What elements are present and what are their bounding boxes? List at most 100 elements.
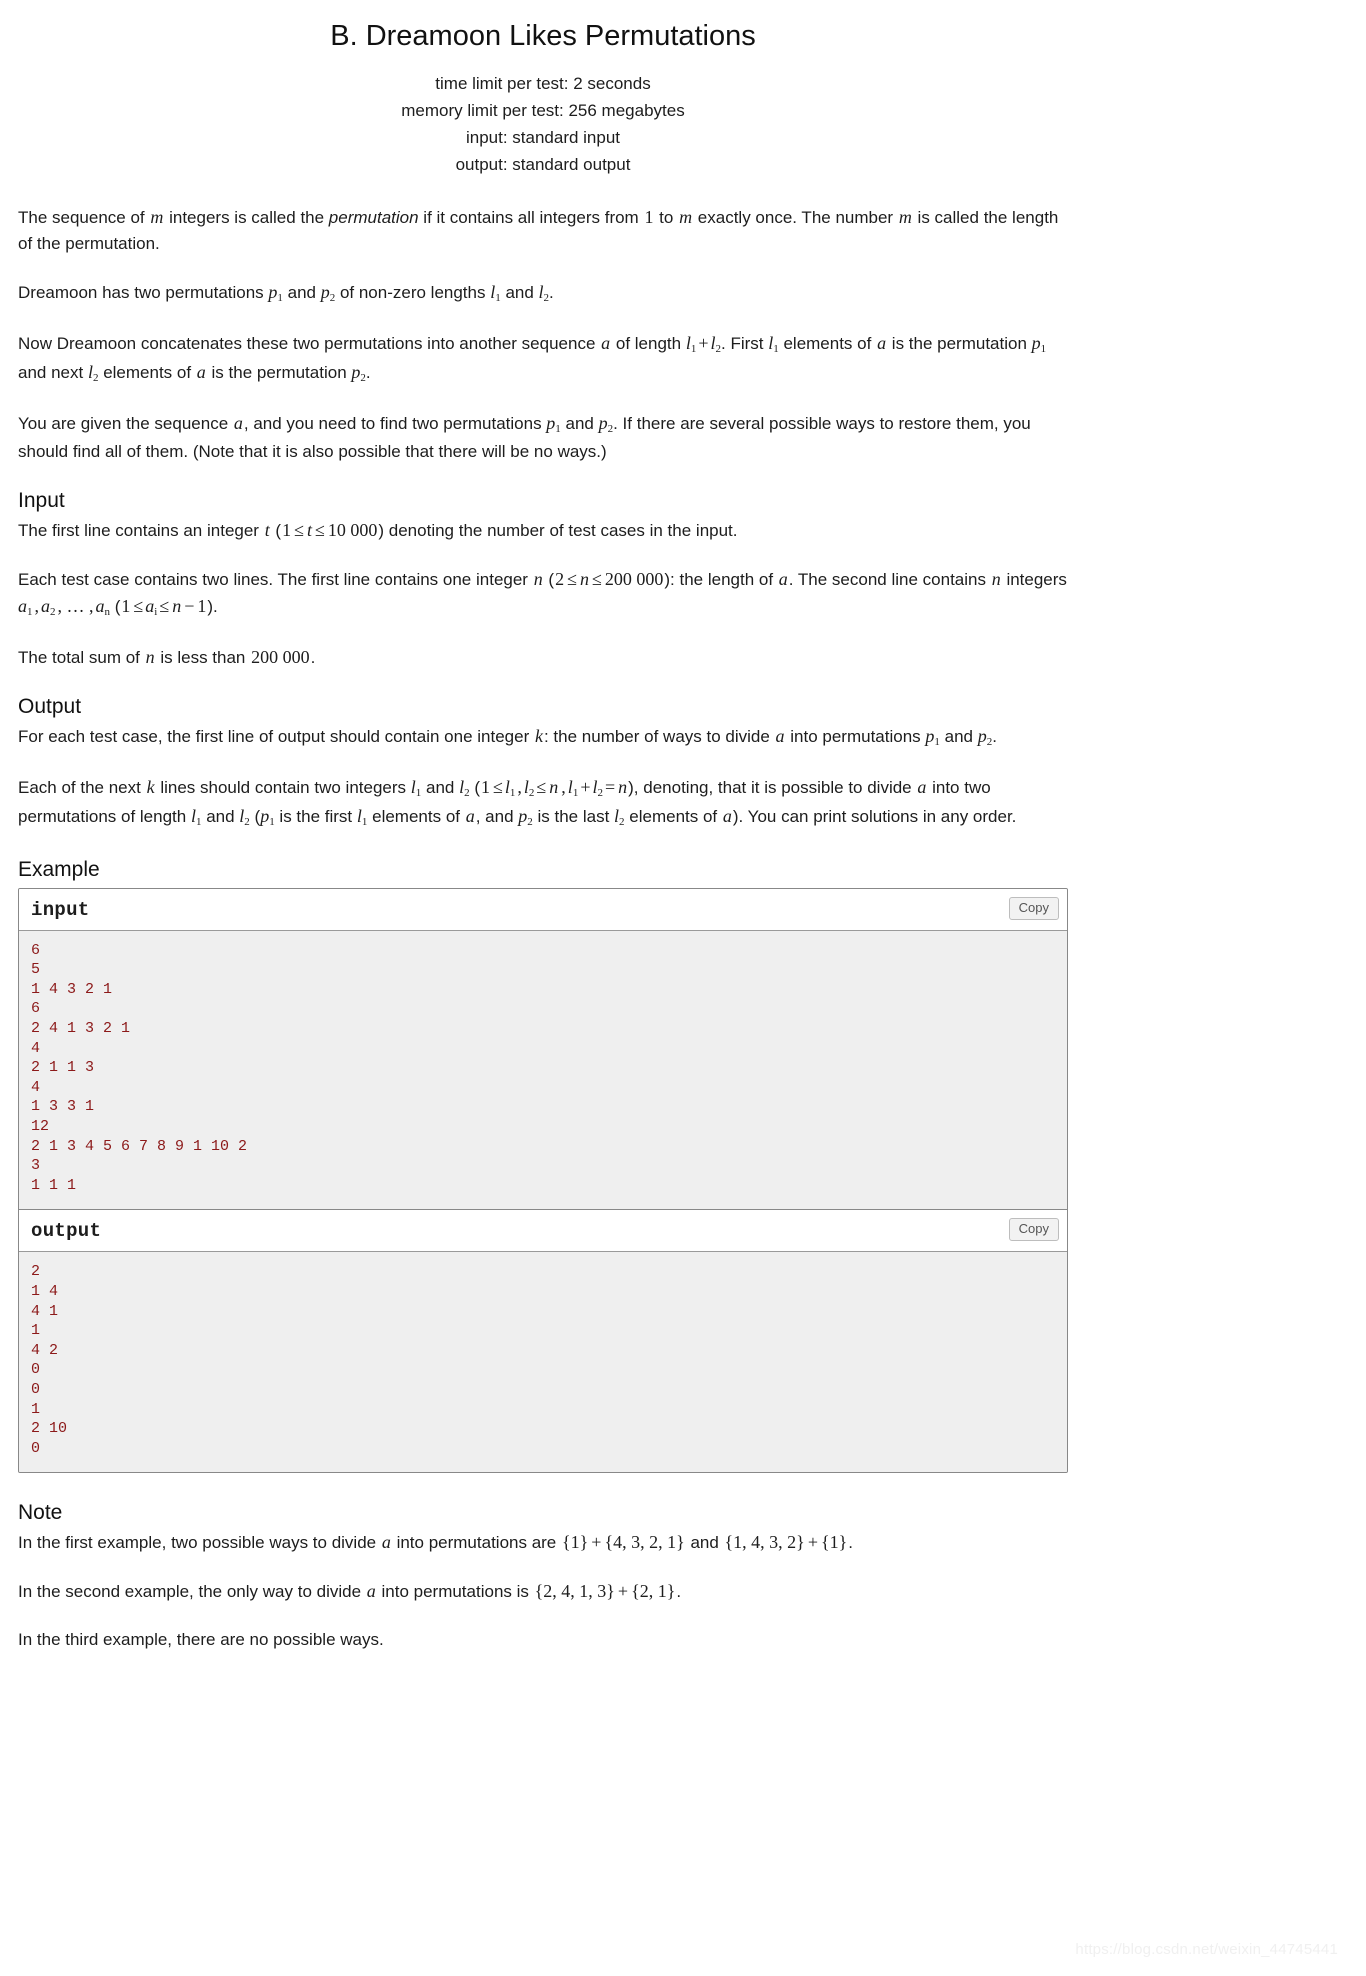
text: For each test case, the first line of ou…: [18, 726, 534, 746]
copy-output-button[interactable]: Copy: [1008, 1218, 1059, 1242]
text: (: [249, 806, 261, 826]
math-l2: l2: [523, 776, 535, 799]
math-p1: p1: [268, 281, 283, 304]
math-l2: l2: [592, 776, 603, 799]
text: .: [365, 362, 371, 382]
text: You are given the sequence: [18, 413, 233, 433]
text: is the permutation: [887, 333, 1032, 353]
problem-limits: time limit per test: 2 seconds memory li…: [18, 70, 1068, 178]
text: ). You can print solutions in any order.: [732, 806, 1017, 826]
math-a: a: [196, 361, 206, 382]
math-plus: +: [591, 1532, 602, 1553]
sample-input-header: input Copy: [19, 888, 1067, 930]
output-specification: Output For each test case, the first lin…: [18, 695, 1068, 832]
math-set: {1, 4, 3, 2}: [724, 1532, 805, 1553]
text: of length: [611, 333, 686, 353]
math-leq: ≤: [591, 568, 602, 589]
math-dots: , … ,: [57, 595, 94, 616]
math-set: {2, 4, 1, 3}: [534, 1581, 615, 1602]
math-l1: l1: [490, 281, 501, 304]
math-equals: =: [604, 776, 616, 797]
math-n: n: [549, 776, 559, 797]
text: is the permutation: [206, 362, 352, 382]
input-paragraph-3: The total sum of n is less than 200 000.: [18, 644, 1068, 671]
page-title: B. Dreamoon Likes Permutations: [330, 20, 756, 52]
text: integers is called the: [164, 207, 329, 227]
statement-paragraph-2: Dreamoon has two permutations p1 and p2 …: [18, 279, 1068, 308]
math-p1: p1: [546, 412, 561, 435]
text: The total sum of: [18, 647, 145, 667]
text: , and: [475, 806, 519, 826]
math-p1: p1: [1031, 332, 1047, 355]
math-set: {4, 3, 2, 1}: [604, 1532, 685, 1553]
math-set: {1}: [820, 1532, 848, 1553]
text: . The second line contains: [788, 569, 991, 589]
text: In the second example, the only way to d…: [18, 1582, 366, 1602]
sample-output-label: output: [31, 1220, 102, 1243]
math-200000: 200 000: [251, 646, 310, 667]
math-p1: p1: [260, 805, 275, 828]
math-comma: ,: [34, 595, 40, 616]
text: ).: [207, 596, 218, 616]
math-l2: l2: [710, 332, 721, 355]
math-t: t: [264, 519, 270, 540]
math-t: t: [306, 519, 312, 540]
math-n: n: [172, 595, 182, 616]
text: elements of: [624, 806, 722, 826]
math-k: k: [534, 725, 543, 746]
output-spec: output: standard output: [455, 154, 631, 174]
text: Each of the next: [18, 777, 146, 797]
math-1: 1: [480, 776, 490, 797]
problem-page: B. Dreamoon Likes Permutations time limi…: [18, 0, 1068, 1653]
emphasis-permutation: permutation: [328, 207, 419, 227]
math-set: {2, 1}: [631, 1581, 676, 1602]
text: lines should contain two integers: [155, 777, 411, 797]
text: and: [500, 282, 539, 302]
math-l2: l2: [459, 776, 470, 799]
math-10000: 10 000: [327, 519, 378, 540]
math-p2: p2: [518, 805, 533, 828]
input-specification: Input The first line contains an integer…: [18, 489, 1068, 671]
text: , and you need to find two permutations: [243, 413, 547, 433]
math-l1: l1: [410, 776, 422, 799]
statement-paragraph-3: Now Dreamoon concatenates these two perm…: [18, 330, 1068, 388]
math-a: a: [465, 805, 475, 826]
note-paragraph-3: In the third example, there are no possi…: [18, 1630, 384, 1650]
text: is the last: [532, 806, 615, 826]
output-paragraph-1: For each test case, the first line of ou…: [18, 723, 1068, 752]
math-leq: ≤: [133, 595, 144, 616]
text: elements of: [367, 806, 465, 826]
text: . First: [721, 333, 769, 353]
text: .: [549, 282, 554, 302]
text: and: [201, 806, 240, 826]
text: .: [310, 647, 316, 667]
math-l1: l1: [685, 332, 697, 355]
math-200000: 200 000: [604, 568, 664, 589]
text: (: [469, 777, 480, 797]
text: of non-zero lengths: [335, 282, 491, 302]
text: Dreamoon has two permutations: [18, 282, 269, 302]
text: (: [110, 596, 121, 616]
output-paragraph-2: Each of the next k lines should contain …: [18, 774, 1068, 832]
input-heading: Input: [18, 488, 65, 512]
math-leq: ≤: [294, 519, 304, 540]
math-n: n: [618, 776, 628, 797]
math-1: 1: [197, 595, 207, 616]
sample-output-block: output Copy 2 1 4 4 1 1 4 2 0 0 1 2 10 0: [19, 1209, 1067, 1473]
text: and: [685, 1533, 724, 1553]
input-paragraph-1: The first line contains an integer t (1 ≤…: [18, 517, 1068, 544]
math-l2: l2: [87, 361, 99, 384]
note-paragraph-2: In the second example, the only way to d…: [18, 1578, 1068, 1605]
math-n: n: [533, 568, 543, 589]
text: Each test case contains two lines. The f…: [18, 569, 533, 589]
math-a: a: [778, 568, 788, 589]
problem-statement: The sequence of m integers is called the…: [18, 204, 1068, 465]
math-p2: p2: [320, 281, 336, 304]
input-paragraph-2: Each test case contains two lines. The f…: [18, 566, 1068, 622]
text: ): the length of: [664, 569, 778, 589]
sample-output-header: output Copy: [19, 1210, 1067, 1252]
copy-input-button[interactable]: Copy: [1008, 896, 1059, 920]
math-an: an: [95, 595, 111, 618]
math-a: a: [233, 412, 243, 433]
text: and: [939, 726, 978, 746]
